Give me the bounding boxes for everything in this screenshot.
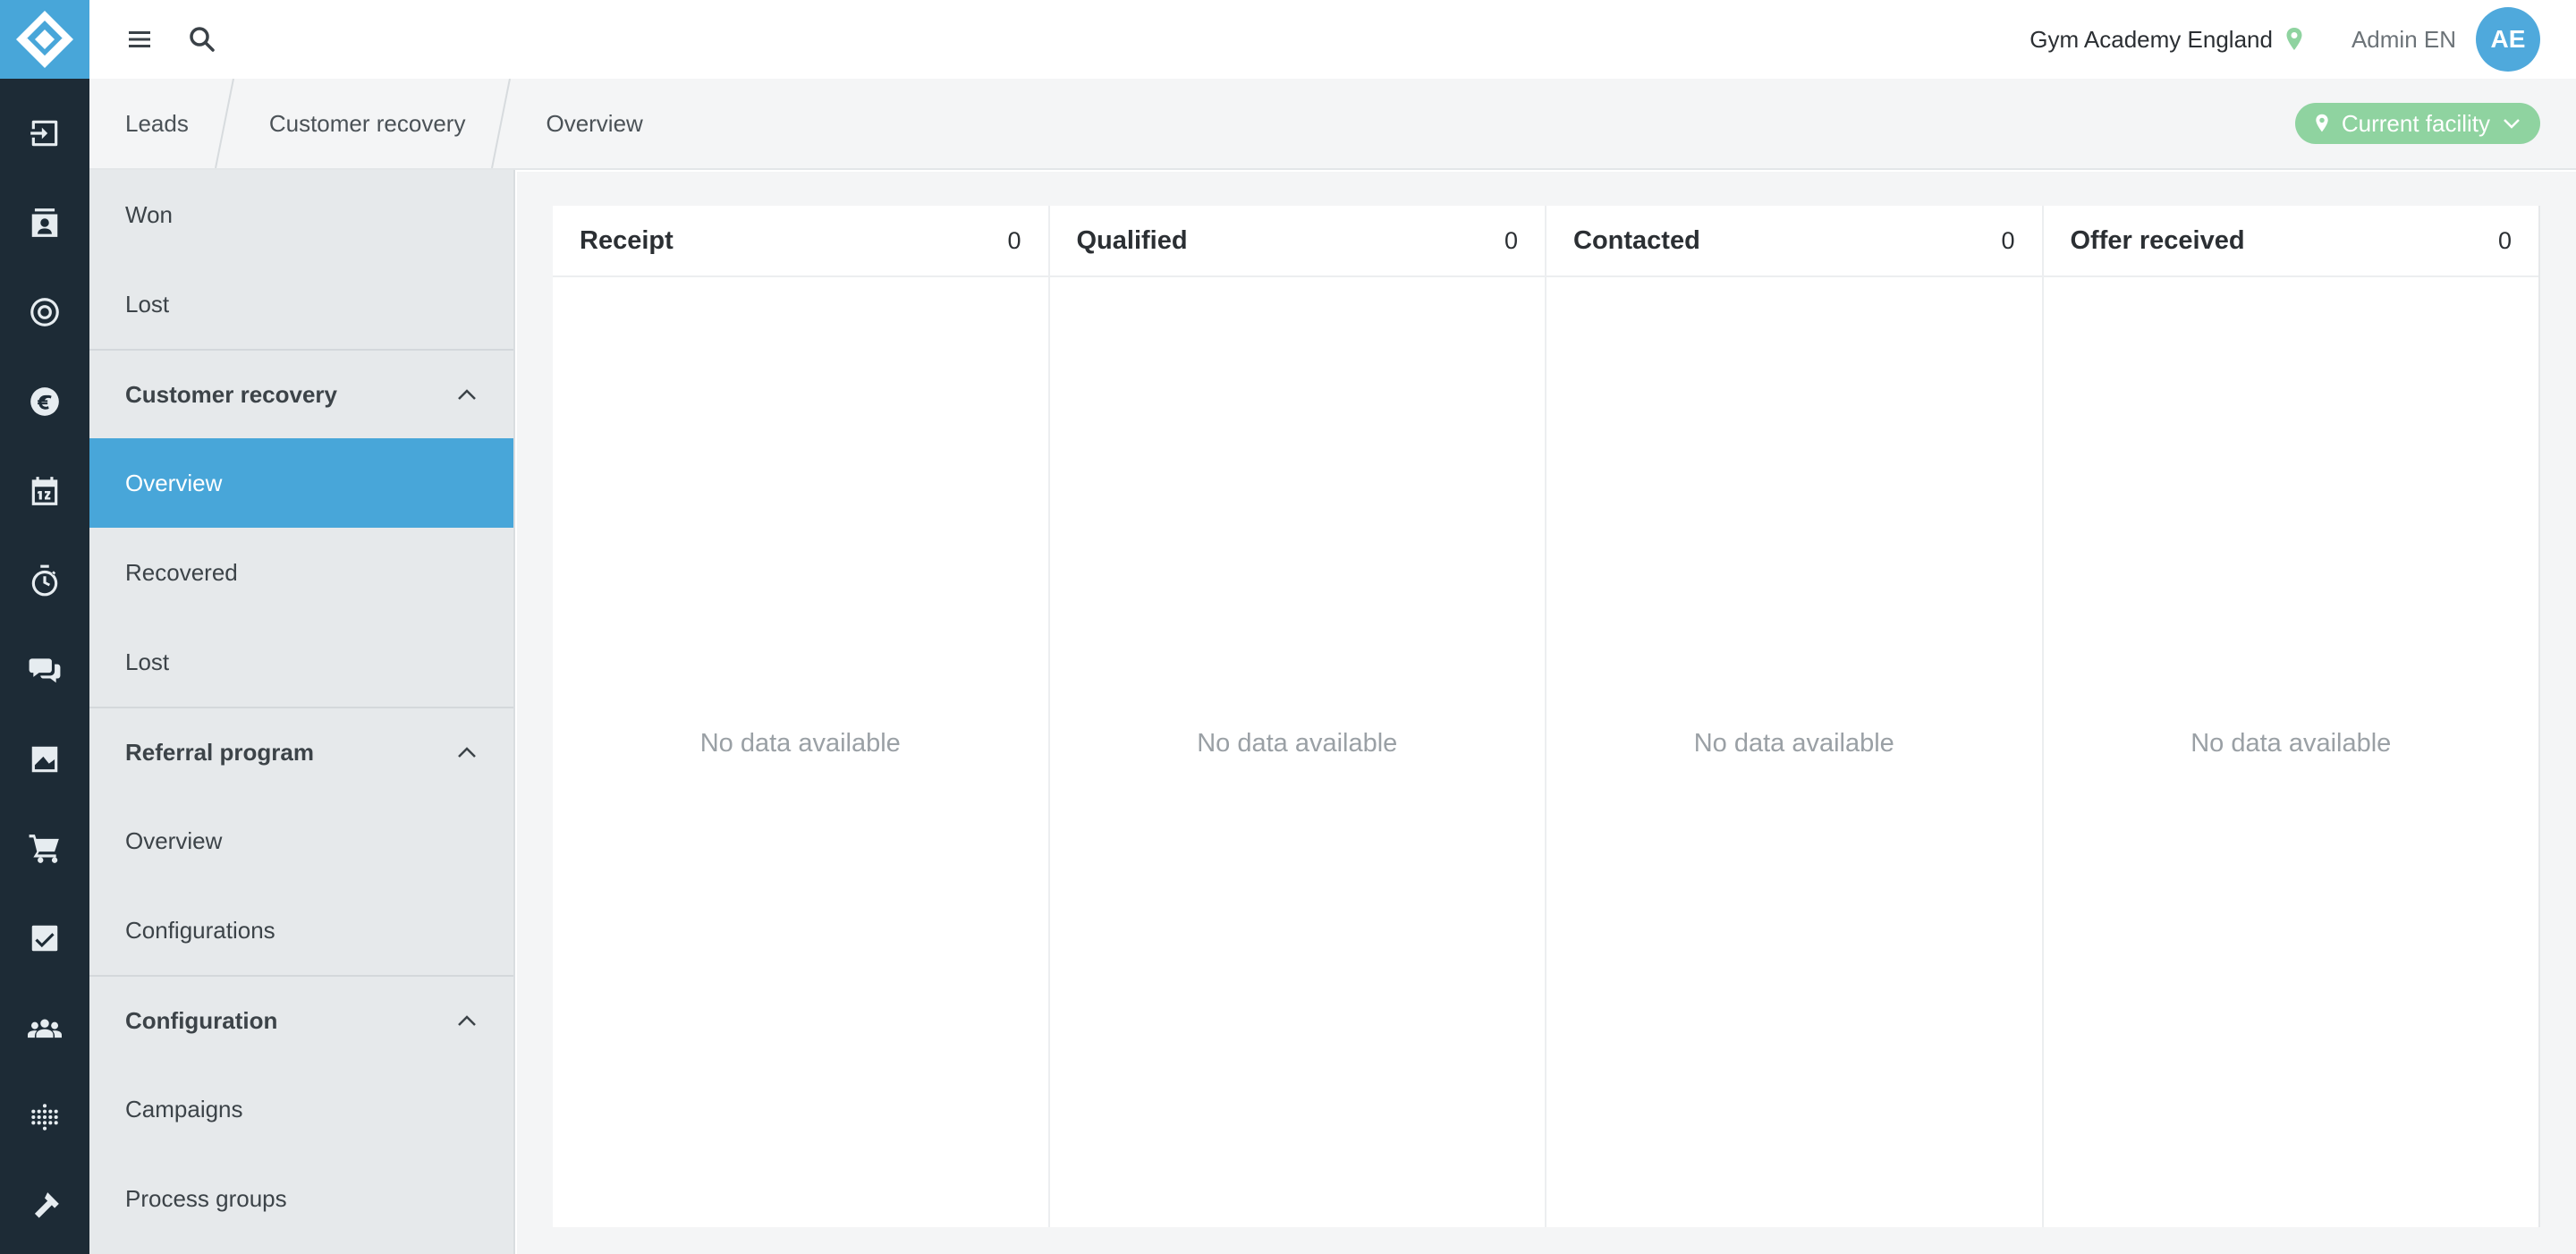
column-title: Receipt (580, 225, 674, 255)
subnav-item-lost[interactable]: Lost (89, 259, 513, 349)
column-body: No data available (1050, 277, 1546, 1227)
empty-state-text: No data available (1693, 728, 1894, 758)
subnav-item-recovery-lost[interactable]: Lost (89, 617, 513, 707)
contacts-icon (31, 208, 58, 237)
rail-apps[interactable] (0, 1072, 89, 1162)
dots-grid-icon (31, 1104, 58, 1131)
calendar-icon (31, 477, 58, 505)
rail-reports[interactable] (0, 715, 89, 804)
logo-icon (16, 11, 73, 68)
current-facility-button[interactable]: Current facility (2294, 103, 2540, 144)
main-content: Receipt 0 No data available Qualified 0 … (517, 172, 2576, 1254)
breadcrumb-customer-recovery[interactable]: Customer recovery (235, 79, 513, 168)
stopwatch-icon (31, 564, 58, 597)
rail-messages[interactable] (0, 625, 89, 715)
chevron-up-icon (456, 384, 478, 405)
chart-icon (31, 746, 58, 773)
subnav-item-recovered[interactable]: Recovered (89, 528, 513, 617)
breadcrumb-label: Leads (125, 109, 189, 137)
column-title: Contacted (1573, 225, 1700, 255)
subnav-group-customer-recovery[interactable]: Customer recovery (89, 349, 513, 438)
pipeline-column-contacted: Contacted 0 No data available (1546, 206, 2044, 1227)
breadcrumb-separator (214, 79, 234, 168)
pipeline-column-offer-received: Offer received 0 No data available (2043, 206, 2540, 1227)
subnav-item-configurations[interactable]: Configurations (89, 885, 513, 975)
facility-name[interactable]: Gym Academy England (2029, 26, 2273, 54)
target-icon (30, 298, 59, 326)
column-header: Offer received 0 (2043, 206, 2538, 277)
user-name[interactable]: Admin EN (2351, 26, 2456, 54)
group-title: Configuration (125, 1006, 278, 1034)
column-count: 0 (1007, 226, 1021, 254)
chevron-down-icon (2504, 119, 2520, 129)
column-body: No data available (1546, 277, 2042, 1227)
rail-members[interactable] (0, 983, 89, 1072)
column-title: Offer received (2070, 225, 2245, 255)
subnav-item-campaigns[interactable]: Campaigns (89, 1064, 513, 1154)
location-pin-icon (2316, 114, 2328, 132)
column-title: Qualified (1076, 225, 1188, 255)
sign-in-icon (30, 120, 58, 147)
hammer-icon (34, 1192, 59, 1218)
avatar[interactable]: AE (2476, 7, 2540, 72)
hamburger-icon (129, 31, 150, 47)
menu-toggle-button[interactable] (127, 27, 152, 52)
subnav-item-referral-overview[interactable]: Overview (89, 796, 513, 885)
column-body: No data available (2044, 277, 2539, 1227)
subnav-group-referral-program[interactable]: Referral program (89, 707, 513, 796)
column-header: Contacted 0 (1546, 206, 2042, 277)
breadcrumb-overview: Overview (512, 79, 642, 168)
breadcrumb-label: Overview (546, 109, 643, 137)
pipeline-column-receipt: Receipt 0 No data available (553, 206, 1050, 1227)
search-icon (190, 27, 215, 52)
top-bar: Gym Academy England Admin EN AE (89, 0, 2576, 79)
rail-finance[interactable] (0, 357, 89, 446)
subnav-item-process-groups[interactable]: Process groups (89, 1154, 513, 1243)
column-count: 0 (2001, 226, 2015, 254)
group-title: Referral program (125, 738, 314, 766)
rail-shop[interactable] (0, 804, 89, 894)
pipeline-board: Receipt 0 No data available Qualified 0 … (553, 206, 2540, 1227)
rail-calendar[interactable] (0, 446, 89, 536)
subnav-item-won[interactable]: Won (89, 170, 513, 259)
column-count: 0 (2497, 226, 2512, 254)
group-title: Customer recovery (125, 380, 337, 408)
subnav-group-configuration[interactable]: Configuration (89, 975, 513, 1064)
pipeline-column-qualified: Qualified 0 No data available (1049, 206, 1546, 1227)
rail-leads[interactable] (0, 267, 89, 357)
rail-checkin[interactable] (0, 89, 89, 178)
chevron-up-icon (456, 1010, 478, 1031)
rail-tasks[interactable] (0, 894, 89, 983)
empty-state-text: No data available (1197, 728, 1398, 758)
current-facility-label: Current facility (2341, 109, 2490, 137)
chevron-up-icon (456, 741, 478, 763)
column-header: Qualified 0 (1049, 206, 1545, 277)
chat-icon (29, 658, 61, 683)
checkbox-icon (31, 925, 58, 952)
empty-state-text: No data available (699, 728, 901, 758)
column-count: 0 (1504, 226, 1518, 254)
search-button[interactable] (188, 25, 216, 54)
empty-state-text: No data available (2190, 728, 2392, 758)
cart-icon (29, 835, 59, 863)
subnav-item-recovery-overview[interactable]: Overview (89, 438, 513, 528)
users-icon (28, 1019, 62, 1038)
icon-rail (0, 0, 89, 1254)
rail-tools[interactable] (0, 1162, 89, 1251)
euro-icon (30, 387, 59, 416)
leads-subnav: Won Lost Customer recovery Overview Reco… (89, 170, 515, 1254)
rail-timer[interactable] (0, 536, 89, 625)
column-header: Receipt 0 (553, 206, 1048, 277)
column-body: No data available (553, 277, 1048, 1227)
breadcrumb: Leads Customer recovery Overview Current… (89, 79, 2576, 170)
rail-contacts[interactable] (0, 178, 89, 267)
breadcrumb-label: Customer recovery (268, 109, 466, 137)
breadcrumb-separator (491, 79, 512, 168)
location-pin-icon (2285, 27, 2303, 52)
app-logo[interactable] (0, 0, 89, 79)
breadcrumb-leads[interactable]: Leads (89, 79, 235, 168)
